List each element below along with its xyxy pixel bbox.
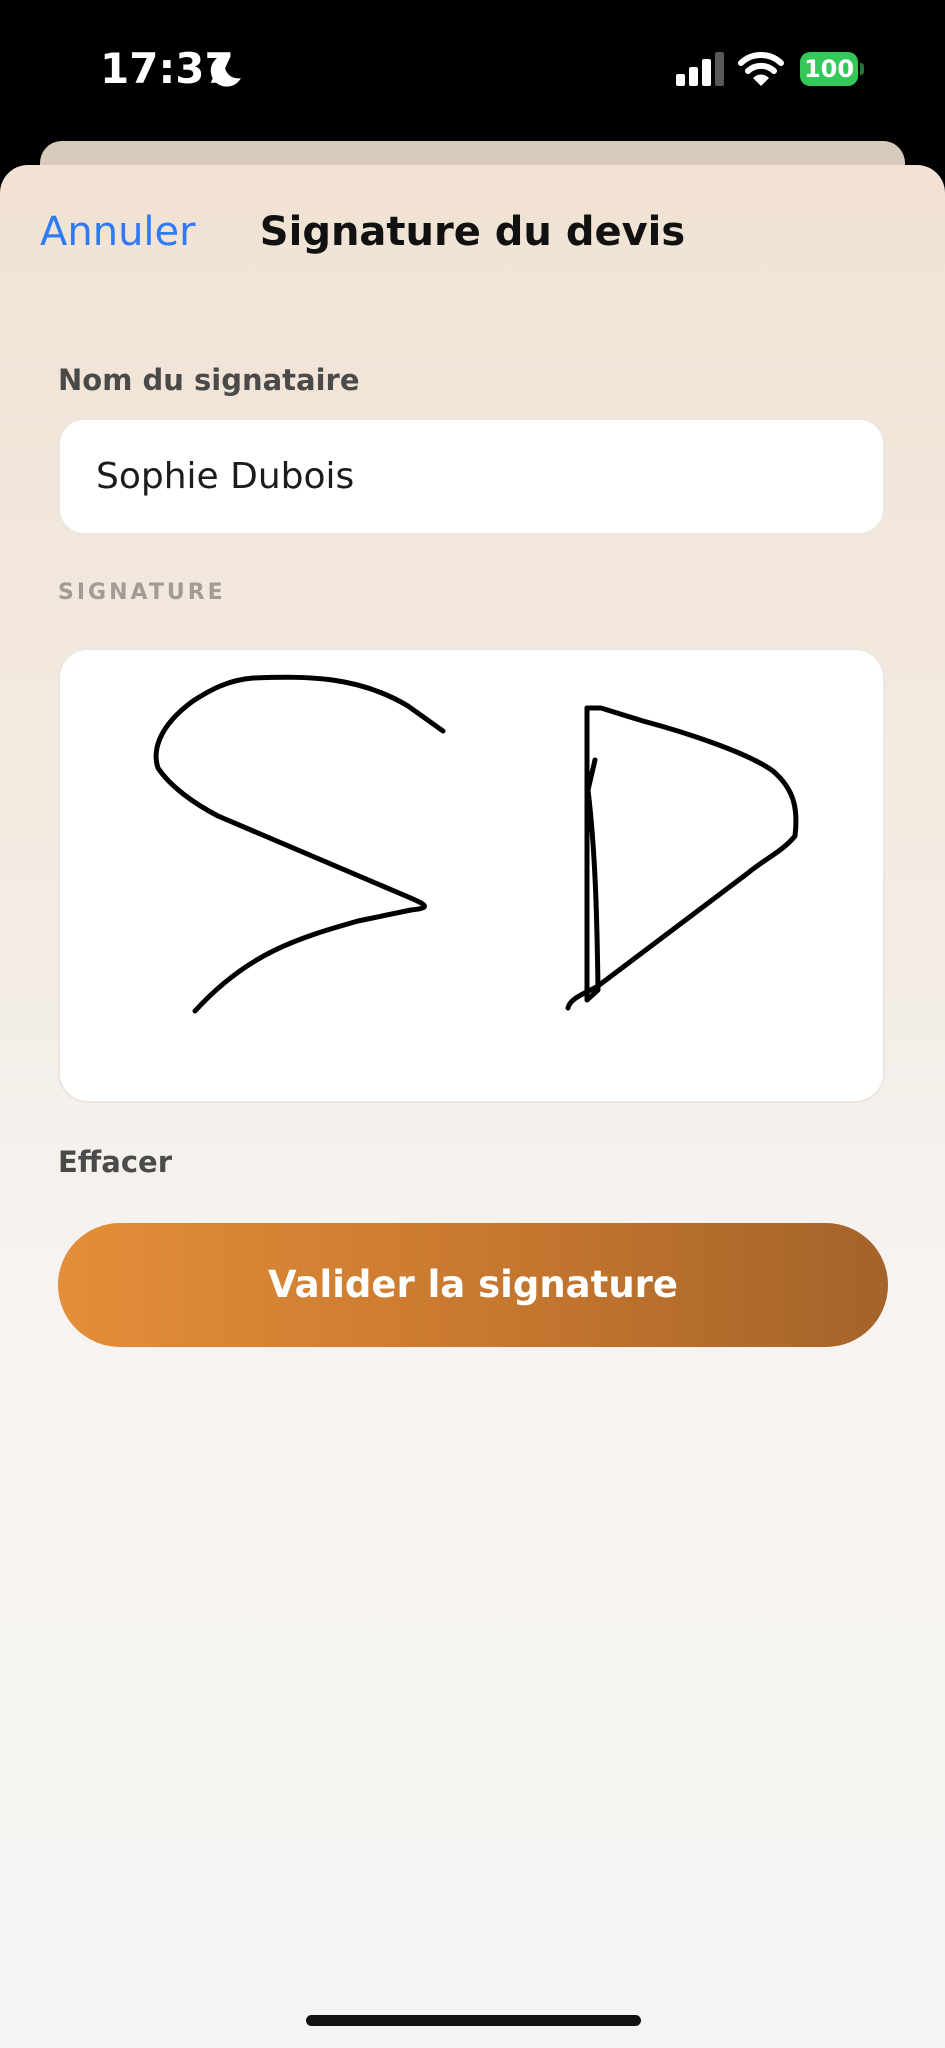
screen: 17:37 100 Annuler Signature du devis Nom…: [0, 0, 945, 2048]
signature-sheet: Annuler Signature du devis Nom du signat…: [0, 165, 945, 2048]
battery-level: 100: [800, 52, 858, 86]
signature-drawing: [153, 674, 799, 1014]
clear-button[interactable]: Effacer: [58, 1145, 172, 1179]
signature-stroke-d-stem: [584, 705, 601, 1003]
status-bar: 17:37 100: [0, 0, 945, 140]
signature-stroke-s: [153, 674, 446, 1014]
moon-icon: [210, 54, 241, 87]
home-indicator[interactable]: [306, 2015, 641, 2026]
signal-icon: [676, 52, 724, 86]
signer-name-label: Nom du signataire: [58, 363, 360, 397]
signer-name-input[interactable]: [58, 418, 885, 535]
wifi-icon: [738, 52, 784, 86]
battery-tip: [860, 63, 864, 75]
sheet-title: Signature du devis: [259, 209, 686, 255]
signature-pad[interactable]: [58, 648, 885, 1103]
validate-signature-button[interactable]: Valider la signature: [58, 1223, 888, 1347]
signature-stroke-d-top: [565, 705, 799, 1011]
signature-label: SIGNATURE: [58, 580, 226, 605]
battery-icon: 100: [800, 52, 864, 86]
